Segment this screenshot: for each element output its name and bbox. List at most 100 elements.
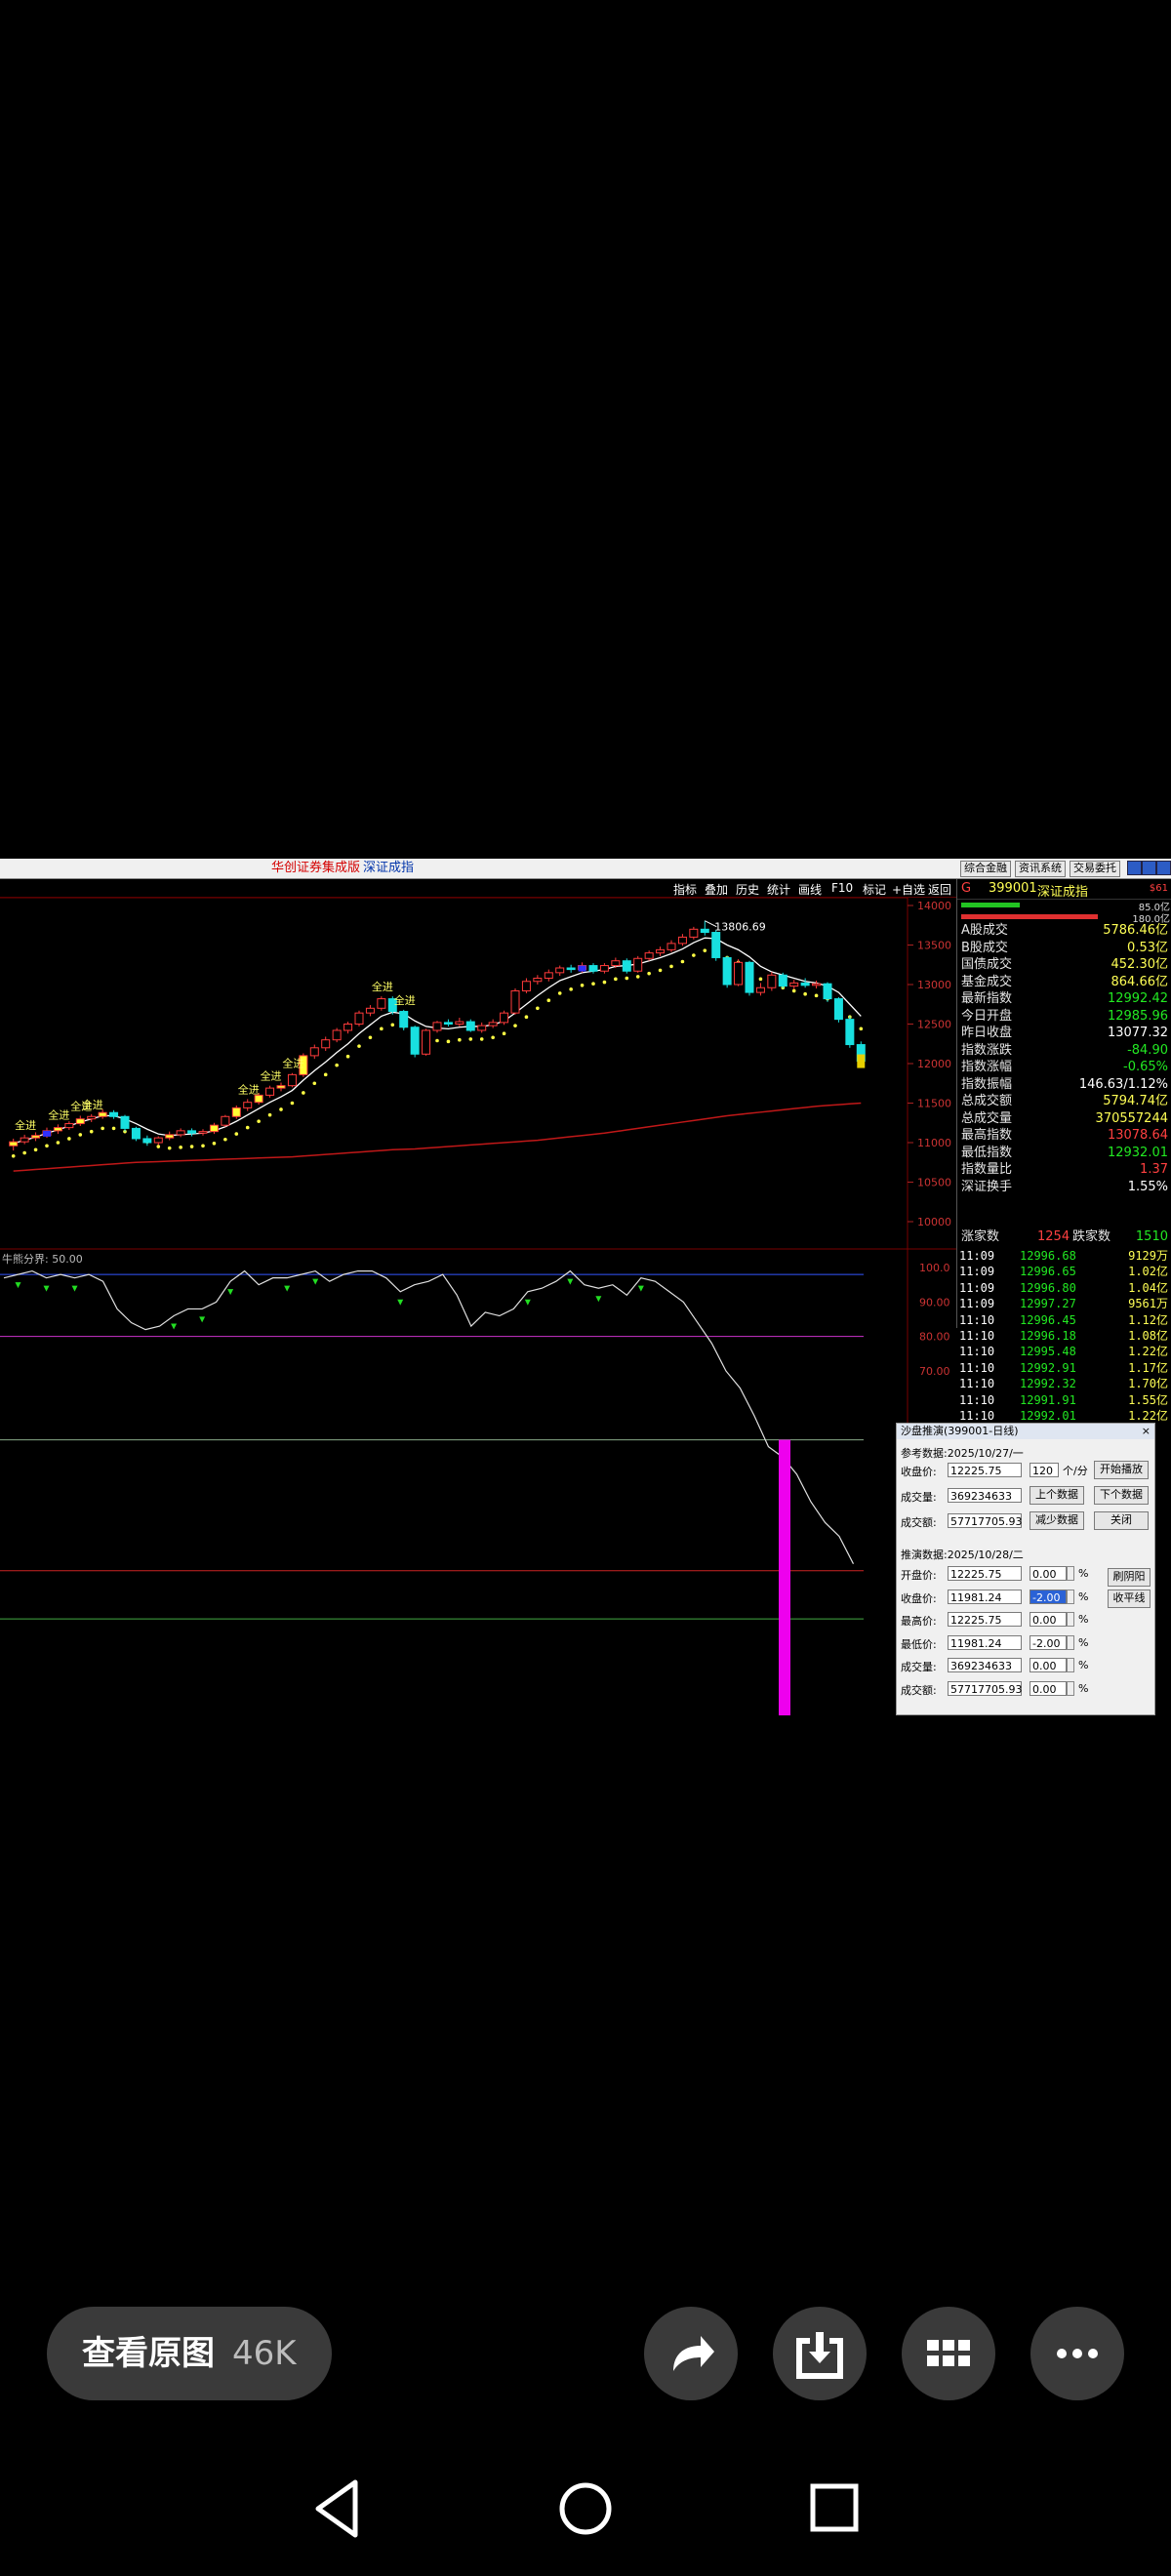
- breadth-row: 涨家数 1254 跌家数 1510: [961, 1228, 1168, 1246]
- candle-body: [488, 1022, 498, 1026]
- tool-history[interactable]: 历史: [736, 881, 759, 898]
- flat-button[interactable]: 收平线: [1108, 1590, 1151, 1608]
- spin-icon[interactable]: [1067, 1658, 1074, 1672]
- sim-value-input[interactable]: 12225.75: [948, 1566, 1022, 1581]
- candle-body: [287, 1073, 297, 1087]
- quote-value: 12985.96: [1107, 1008, 1168, 1024]
- quote-value: 0.53亿: [1127, 940, 1168, 955]
- maximize-icon[interactable]: [1142, 861, 1156, 875]
- candle-body: [354, 1012, 364, 1026]
- ref-label: 成交量:: [901, 1491, 937, 1504]
- back-icon[interactable]: [308, 2475, 367, 2543]
- support-dot: [234, 1132, 239, 1136]
- quote-label: A股成交: [961, 923, 1008, 938]
- last-candle: [857, 1054, 866, 1068]
- down-arrow-icon: [312, 1278, 319, 1285]
- signal-label: 全进: [372, 980, 393, 993]
- yinyang-button[interactable]: 刷阴阳: [1108, 1568, 1151, 1587]
- tool-draw[interactable]: 画线: [798, 881, 822, 898]
- spin-icon[interactable]: [1067, 1589, 1074, 1604]
- ref-input[interactable]: 57717705.93: [948, 1513, 1022, 1528]
- finance-button[interactable]: 综合金融: [960, 861, 1011, 877]
- spin-icon[interactable]: [1067, 1634, 1074, 1650]
- candle-body: [365, 1007, 375, 1014]
- quote-label: 基金成交: [961, 974, 1013, 989]
- tool-stats[interactable]: 统计: [767, 881, 790, 898]
- dialog-close-icon[interactable]: ×: [1142, 1425, 1151, 1437]
- support-dot: [335, 1063, 339, 1067]
- tool-back[interactable]: 返回: [928, 881, 951, 898]
- down-arrow-icon: [15, 1282, 21, 1289]
- prev-button[interactable]: 上个数据: [1030, 1486, 1084, 1505]
- candle-body: [812, 983, 822, 986]
- quote-label: 最低指数: [961, 1145, 1013, 1160]
- spin-icon[interactable]: [1067, 1612, 1074, 1627]
- minimize-icon[interactable]: [1127, 861, 1142, 875]
- tool-indicator[interactable]: 指标: [673, 881, 697, 898]
- sim-pct-input[interactable]: 0.00: [1030, 1612, 1067, 1627]
- share-button[interactable]: [644, 2307, 738, 2400]
- tool-f10[interactable]: F10: [831, 881, 853, 895]
- candle-body: [75, 1118, 85, 1125]
- sim-value-input[interactable]: 57717705.93: [948, 1680, 1022, 1696]
- support-dot: [791, 988, 796, 993]
- support-dot: [179, 1146, 182, 1149]
- indicator-tick-label: 80.00: [919, 1331, 950, 1344]
- sim-pct-input[interactable]: 0.00: [1030, 1566, 1067, 1581]
- support-dot: [357, 1044, 361, 1048]
- spin-icon[interactable]: [1067, 1566, 1074, 1581]
- speed-input[interactable]: 120: [1030, 1463, 1059, 1477]
- candle-body: [321, 1039, 331, 1049]
- close-icon[interactable]: [1156, 861, 1171, 875]
- news-button[interactable]: 资讯系统: [1015, 861, 1066, 877]
- home-icon[interactable]: [551, 2475, 620, 2543]
- ref-input[interactable]: 369234633: [948, 1488, 1022, 1503]
- candle-body: [432, 1022, 442, 1031]
- support-dot: [814, 993, 819, 998]
- support-dot: [502, 1031, 506, 1036]
- candle-body: [221, 1115, 230, 1126]
- candle-body: [165, 1134, 175, 1139]
- tick-volume: 1.02亿: [1128, 1265, 1168, 1279]
- quote-row: 总成交量 370557244: [961, 1110, 1168, 1128]
- support-dot: [189, 1145, 194, 1148]
- quote-row: 深证换手 1.55%: [961, 1179, 1168, 1196]
- sim-header: 推演数据:2025/10/28/二: [901, 1549, 1024, 1561]
- grid-button[interactable]: [902, 2307, 995, 2400]
- sim-value-input[interactable]: 11981.24: [948, 1634, 1022, 1650]
- sim-value-input[interactable]: 12225.75: [948, 1612, 1022, 1627]
- tick-price: 12992.91: [1020, 1360, 1076, 1375]
- spin-icon[interactable]: [1067, 1680, 1074, 1696]
- tool-watchlist[interactable]: +自选: [892, 881, 925, 898]
- sim-pct-input[interactable]: 0.00: [1030, 1658, 1067, 1672]
- sim-value-input[interactable]: 369234633: [948, 1658, 1022, 1672]
- support-dot: [380, 1026, 384, 1031]
- play-button[interactable]: 开始播放: [1094, 1461, 1149, 1479]
- candle-body: [198, 1131, 208, 1134]
- next-button[interactable]: 下个数据: [1094, 1486, 1149, 1505]
- tick-time: 11:10: [959, 1409, 995, 1423]
- signal-label: 全进: [261, 1069, 282, 1083]
- sim-value-input[interactable]: 11981.24: [948, 1589, 1022, 1604]
- download-button[interactable]: [773, 2307, 867, 2400]
- ref-input[interactable]: 12225.75: [948, 1463, 1022, 1477]
- candle-body: [666, 943, 676, 950]
- more-button[interactable]: [1030, 2307, 1124, 2400]
- candle-body: [767, 974, 777, 988]
- support-dot: [680, 959, 685, 964]
- recents-icon[interactable]: [800, 2475, 868, 2543]
- view-original-button[interactable]: 查看原图 46K: [47, 2307, 332, 2400]
- sim-pct-input[interactable]: 0.00: [1030, 1680, 1067, 1696]
- dec-value: 1510: [1135, 1229, 1168, 1244]
- tick-price: 12996.45: [1020, 1312, 1076, 1327]
- highlight-candle: [43, 1130, 51, 1137]
- sim-pct-input[interactable]: -2.00: [1030, 1589, 1067, 1604]
- trade-button[interactable]: 交易委托: [1070, 861, 1120, 877]
- candle-body: [745, 961, 754, 993]
- tool-mark[interactable]: 标记: [863, 881, 886, 898]
- sim-pct-input[interactable]: -2.00: [1030, 1634, 1067, 1650]
- support-dot: [223, 1137, 227, 1142]
- close-button[interactable]: 关闭: [1094, 1511, 1149, 1530]
- less-button[interactable]: 减少数据: [1030, 1511, 1084, 1530]
- tool-overlay[interactable]: 叠加: [705, 881, 728, 898]
